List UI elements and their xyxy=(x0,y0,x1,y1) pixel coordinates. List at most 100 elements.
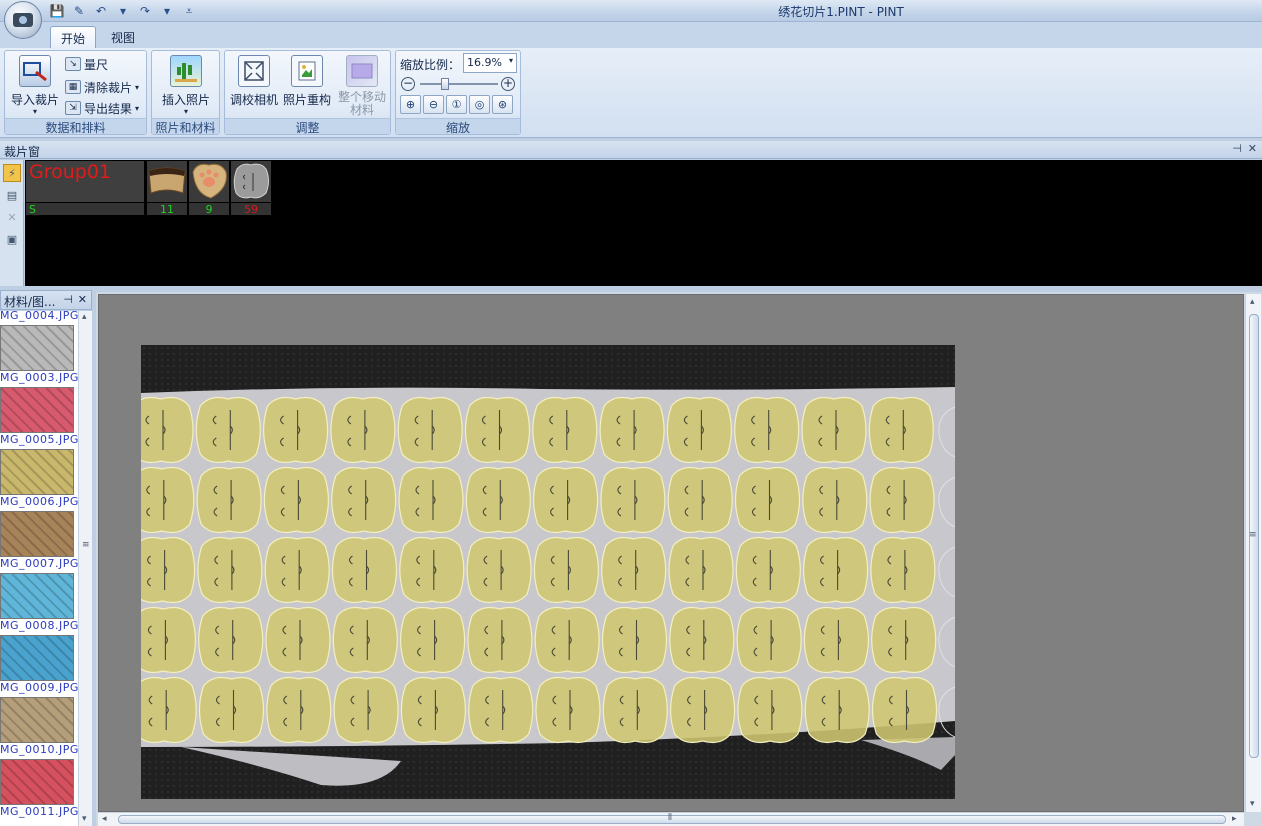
nested-piece[interactable] xyxy=(801,396,867,464)
delete-pointer-icon[interactable]: ✕ xyxy=(3,208,21,226)
nested-piece[interactable] xyxy=(466,536,532,604)
nested-piece[interactable] xyxy=(868,396,934,464)
nested-piece[interactable] xyxy=(871,606,937,674)
nested-piece[interactable] xyxy=(599,396,665,464)
nested-piece[interactable] xyxy=(141,606,196,674)
nested-piece[interactable] xyxy=(465,466,531,534)
nested-piece[interactable] xyxy=(600,466,666,534)
close-icon[interactable]: ✕ xyxy=(1248,142,1257,155)
pin-icon[interactable]: ⊣ xyxy=(1232,142,1242,155)
nested-piece[interactable] xyxy=(869,466,935,534)
nested-piece[interactable] xyxy=(264,536,330,604)
nested-piece[interactable] xyxy=(734,466,801,534)
scroll-left-arrow-icon[interactable]: ◂ xyxy=(102,814,107,824)
zoom-out-icon[interactable]: − xyxy=(401,77,415,91)
nested-piece[interactable] xyxy=(533,466,599,534)
nested-piece[interactable] xyxy=(601,606,668,674)
zoom-in-icon[interactable]: + xyxy=(501,77,515,91)
nested-piece[interactable] xyxy=(400,606,466,674)
scroll-down-arrow-icon[interactable]: ▾ xyxy=(1250,799,1255,809)
scroll-right-arrow-icon[interactable]: ▸ xyxy=(1232,814,1237,824)
move-material-button[interactable]: 整个移动材料 xyxy=(335,55,389,117)
nested-piece[interactable] xyxy=(195,396,261,464)
scroll-down-arrow-icon[interactable]: ▾ xyxy=(82,814,87,824)
material-item[interactable]: MG_0011.JPG xyxy=(0,759,78,821)
nested-piece[interactable] xyxy=(602,676,668,744)
pin-icon[interactable]: ⊣ xyxy=(63,293,73,306)
nested-piece[interactable] xyxy=(533,536,599,604)
nested-piece[interactable] xyxy=(803,536,869,604)
material-item[interactable]: MG_0009.JPG xyxy=(0,635,78,697)
zoom-fit-icon[interactable]: ◎ xyxy=(469,95,490,114)
material-list-scrollbar[interactable]: ▴ ≡ ▾ xyxy=(78,311,92,826)
nested-piece[interactable] xyxy=(871,676,938,744)
nested-piece[interactable] xyxy=(736,606,802,674)
close-icon[interactable]: ✕ xyxy=(78,293,87,306)
insert-photo-button[interactable]: 插入照片 ▾ xyxy=(157,55,215,116)
properties-icon[interactable]: ▣ xyxy=(3,230,21,248)
nested-piece[interactable] xyxy=(535,676,601,744)
nested-piece[interactable] xyxy=(196,466,262,534)
nested-piece[interactable] xyxy=(263,466,329,534)
scroll-up-arrow-icon[interactable]: ▴ xyxy=(1250,297,1255,307)
nested-piece[interactable] xyxy=(802,466,868,534)
nested-piece[interactable] xyxy=(266,676,332,744)
nested-piece[interactable] xyxy=(330,396,396,464)
material-item[interactable]: MG_0008.JPG xyxy=(0,573,78,635)
size-list-icon[interactable]: ▤ xyxy=(3,186,21,204)
material-item[interactable]: MG_0006.JPG xyxy=(0,449,78,511)
material-item[interactable]: MG_0007.JPG xyxy=(0,511,78,573)
material-item[interactable]: MG_0003.JPG xyxy=(0,325,78,387)
clear-pieces-button[interactable]: ▦ 清除裁片 ▾ xyxy=(65,78,139,96)
export-results-button[interactable]: ⇲ 导出结果 ▾ xyxy=(65,99,139,117)
canvas-vertical-scrollbar[interactable]: ▴ ≡ ▾ xyxy=(1245,294,1261,812)
tab-home[interactable]: 开始 xyxy=(50,26,97,48)
zoom-in-magnifier-icon[interactable]: ⊕ xyxy=(400,95,421,114)
nested-piece[interactable] xyxy=(141,396,194,464)
piece-card[interactable]: 9 xyxy=(189,161,229,216)
group-card[interactable]: Group01 S xyxy=(26,161,144,216)
nested-piece[interactable] xyxy=(331,466,397,534)
piece-card[interactable]: 11 xyxy=(147,161,187,216)
zoom-slider-track[interactable] xyxy=(420,83,498,85)
nested-piece[interactable] xyxy=(331,536,398,604)
horizontal-scroll-thumb[interactable] xyxy=(118,815,1226,824)
app-menu-button[interactable] xyxy=(4,1,42,39)
nested-piece[interactable] xyxy=(141,466,195,534)
nested-piece[interactable] xyxy=(735,536,801,604)
nested-piece[interactable] xyxy=(468,676,534,744)
zoom-slider-thumb[interactable] xyxy=(441,78,449,90)
scroll-up-arrow-icon[interactable]: ▴ xyxy=(82,312,87,322)
material-item[interactable]: MG_0005.JPG xyxy=(0,387,78,449)
ruler-button[interactable]: ↘ 量尺 xyxy=(65,55,108,73)
nested-piece[interactable] xyxy=(265,606,331,674)
nested-piece[interactable] xyxy=(464,396,531,464)
nested-piece[interactable] xyxy=(398,466,464,534)
nested-piece[interactable] xyxy=(669,606,735,674)
nested-piece[interactable] xyxy=(804,676,870,744)
nested-piece[interactable] xyxy=(666,396,732,464)
nested-piece[interactable] xyxy=(670,676,736,744)
material-item[interactable]: MG_0010.JPG xyxy=(0,697,78,759)
calibrate-camera-button[interactable]: 调校相机 xyxy=(229,55,279,108)
nested-piece[interactable] xyxy=(197,536,263,604)
nested-piece[interactable] xyxy=(400,676,466,744)
material-photo[interactable] xyxy=(141,345,955,799)
nested-piece[interactable] xyxy=(532,396,598,464)
nested-piece[interactable] xyxy=(534,606,600,674)
nested-piece[interactable] xyxy=(198,606,264,674)
nested-piece[interactable] xyxy=(803,606,869,674)
nested-piece[interactable] xyxy=(397,396,463,464)
canvas-horizontal-scrollbar[interactable]: ◂ ⦀ ▸ xyxy=(98,812,1244,826)
zoom-window-icon[interactable]: ⊛ xyxy=(492,95,513,114)
nested-piece[interactable] xyxy=(333,676,399,744)
zoom-actual-size-icon[interactable]: ① xyxy=(446,95,467,114)
tab-view[interactable]: 视图 xyxy=(101,26,145,48)
import-pieces-button[interactable]: 导入裁片 ▾ xyxy=(8,55,62,116)
nested-piece[interactable] xyxy=(737,676,803,744)
photo-reconstruct-button[interactable]: 照片重构 xyxy=(282,55,332,108)
nested-piece[interactable] xyxy=(198,676,265,744)
nested-piece[interactable] xyxy=(141,536,196,604)
material-item[interactable]: MG_0004.JPG xyxy=(0,311,78,325)
zoom-ratio-select[interactable]: 16.9% ▾ xyxy=(463,53,517,73)
